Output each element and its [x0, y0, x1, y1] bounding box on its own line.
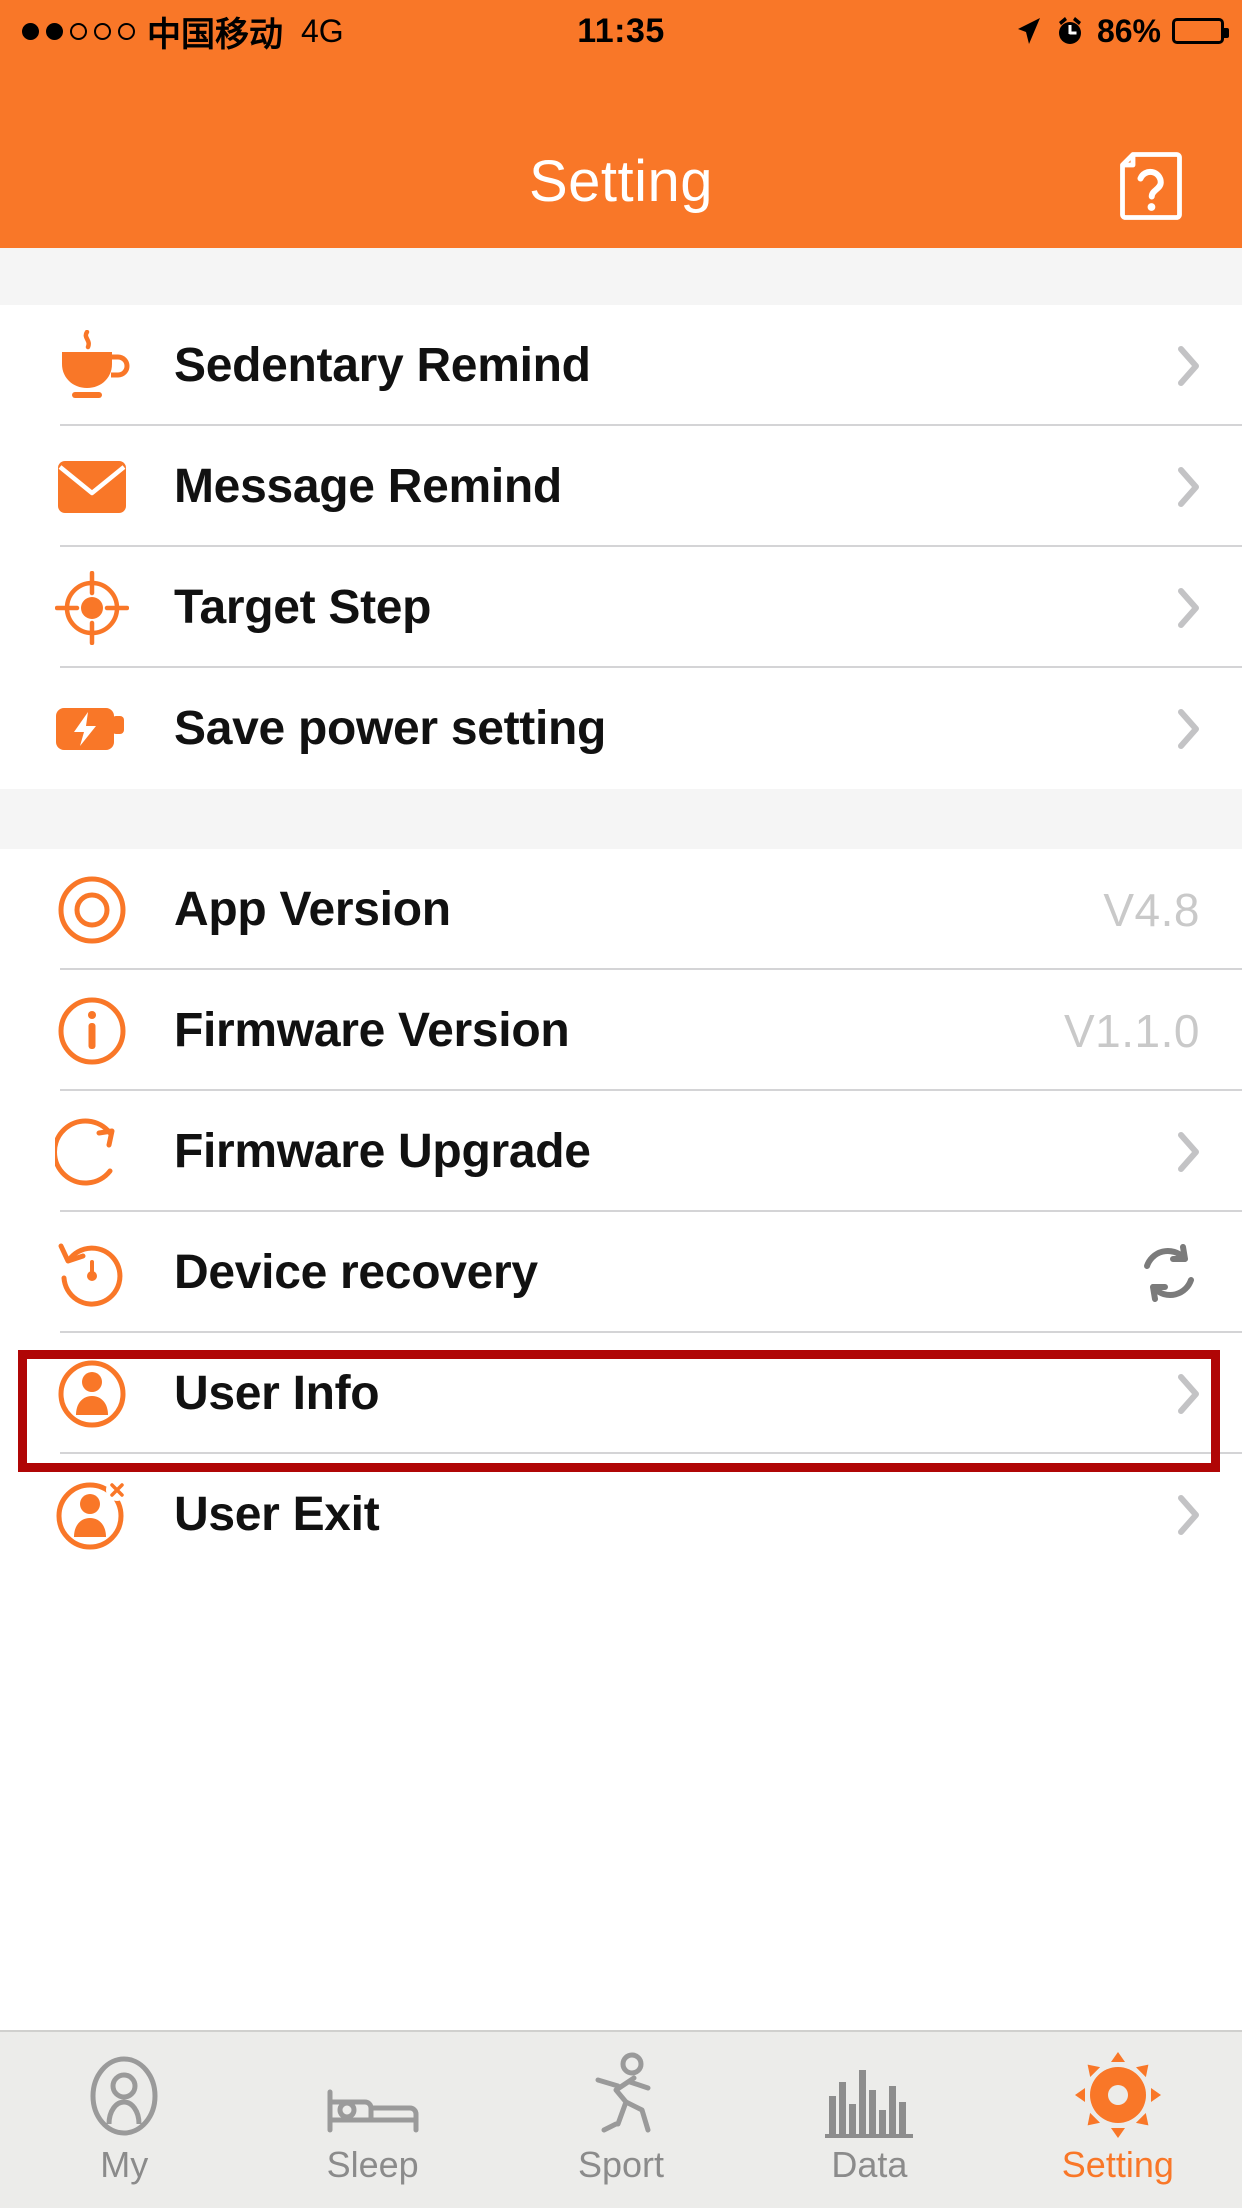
app-screen: 中国移动 4G 11:35 86% Setting Sedentary Remi… [0, 0, 1242, 2208]
running-person-icon [582, 2052, 660, 2138]
list-item-accessory: V1.1.0 [1064, 1004, 1200, 1058]
tab-label: My [100, 2144, 149, 2185]
chevron-right-icon [1178, 1373, 1199, 1414]
target-crosshair-icon [52, 570, 132, 645]
list-item-accessory [1178, 708, 1200, 749]
settings-list[interactable]: Sedentary Remind Message Remind Target S… [0, 248, 1242, 2030]
list-item-label: Sedentary Remind [174, 339, 591, 392]
list-item-accessory [1178, 587, 1200, 628]
user-exit-icon [52, 1476, 132, 1554]
list-item-label: Firmware Upgrade [174, 1125, 591, 1178]
list-item-accessory: V4.8 [1103, 883, 1200, 937]
list-item-accessory[interactable] [1138, 1243, 1200, 1302]
list-item-label: Firmware Version [174, 1004, 570, 1057]
location-arrow-icon [1017, 18, 1040, 44]
status-bar: 中国移动 4G 11:35 86% [0, 0, 1242, 62]
concentric-circles-icon [52, 873, 132, 947]
tab-label: Data [831, 2144, 908, 2185]
bed-icon [325, 2054, 421, 2138]
tab-label: Sleep [326, 2144, 419, 2185]
tab-data[interactable]: Data [745, 2032, 993, 2208]
app-version-value: V4.8 [1103, 883, 1200, 936]
tab-setting[interactable]: Setting [994, 2032, 1242, 2208]
tab-label: Setting [1061, 2144, 1174, 2185]
bottom-tab-bar[interactable]: My Sleep Sport Data Setting [0, 2030, 1242, 2208]
chevron-right-icon [1178, 466, 1199, 507]
list-item-label: User Info [174, 1367, 380, 1420]
list-item-accessory [1178, 1131, 1200, 1172]
list-item-message-remind[interactable]: Message Remind [0, 426, 1242, 547]
list-item-accessory [1178, 1373, 1200, 1414]
tab-label: Sport [577, 2144, 665, 2185]
list-item-label: Save power setting [174, 702, 607, 755]
tab-sport[interactable]: Sport [497, 2032, 745, 2208]
info-circle-icon [52, 994, 132, 1068]
chevron-right-icon [1178, 708, 1199, 749]
person-head-icon [83, 2054, 165, 2138]
list-item-firmware-version[interactable]: Firmware Version V1.1.0 [0, 970, 1242, 1091]
tab-sleep[interactable]: Sleep [248, 2032, 496, 2208]
chevron-right-icon [1178, 1494, 1199, 1535]
envelope-icon [52, 459, 132, 515]
firmware-version-value: V1.1.0 [1064, 1004, 1200, 1057]
list-item-device-recovery[interactable]: Device recovery [0, 1212, 1242, 1333]
alarm-clock-icon [1058, 17, 1081, 44]
list-item-label: User Exit [174, 1488, 380, 1541]
battery-bolt-icon [52, 702, 132, 756]
list-item-user-info[interactable]: User Info [0, 1333, 1242, 1454]
status-bar-right: 86% [1013, 12, 1229, 50]
list-group-spacer [0, 789, 1242, 849]
list-item-target-step[interactable]: Target Step [0, 547, 1242, 668]
navigation-bar: Setting [0, 62, 1242, 248]
list-top-spacer [0, 248, 1242, 305]
list-item-accessory [1178, 466, 1200, 507]
battery-percent-label: 86% [1096, 12, 1161, 49]
list-item-firmware-upgrade[interactable]: Firmware Upgrade [0, 1091, 1242, 1212]
list-item-sedentary-remind[interactable]: Sedentary Remind [0, 305, 1242, 426]
list-item-label: Message Remind [174, 460, 562, 513]
chevron-right-icon [1178, 345, 1199, 386]
tab-my[interactable]: My [0, 2032, 248, 2208]
list-item-label: Target Step [174, 581, 432, 634]
list-item-app-version[interactable]: App Version V4.8 [0, 849, 1242, 970]
chevron-right-icon [1178, 587, 1199, 628]
battery-icon [1172, 18, 1229, 44]
list-item-save-power-setting[interactable]: Save power setting [0, 668, 1242, 789]
list-item-user-exit[interactable]: User Exit [0, 1454, 1242, 1575]
circular-arrow-icon [52, 1115, 132, 1189]
list-item-accessory [1178, 1494, 1200, 1535]
list-item-label: App Version [174, 883, 451, 936]
refresh-sync-icon[interactable] [1138, 1243, 1200, 1302]
list-item-label: Device recovery [174, 1246, 538, 1299]
bar-chart-icon [825, 2054, 914, 2138]
gear-icon [1074, 2052, 1161, 2138]
user-circle-icon [52, 1357, 132, 1431]
help-document-icon[interactable] [1118, 150, 1184, 222]
list-item-accessory [1178, 345, 1200, 386]
page-title: Setting [528, 149, 714, 214]
chevron-right-icon [1178, 1131, 1199, 1172]
restore-clock-icon [52, 1236, 132, 1310]
coffee-cup-icon [52, 329, 132, 402]
